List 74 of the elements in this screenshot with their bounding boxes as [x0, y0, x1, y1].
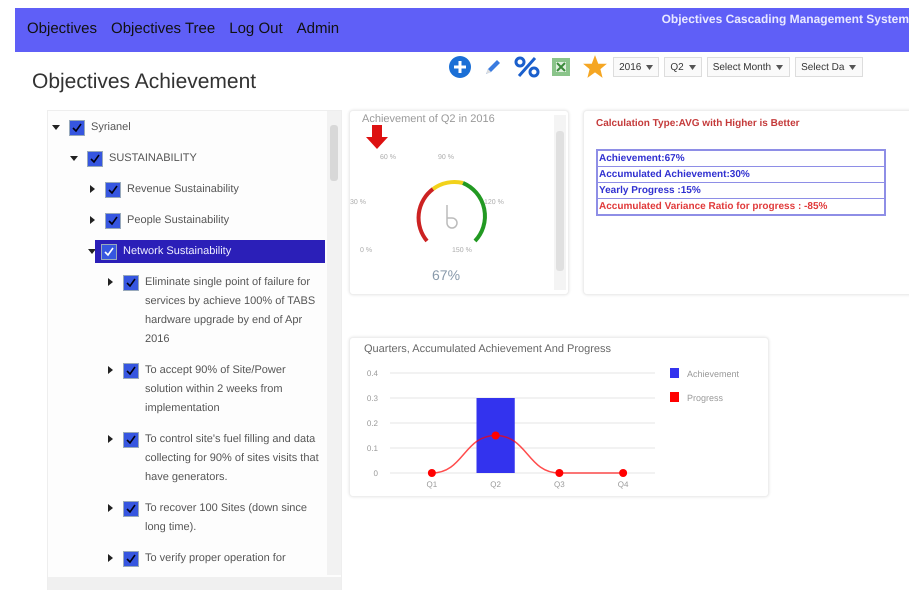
collapse-arrow-icon[interactable]: [70, 154, 78, 162]
spreadsheet-icon[interactable]: [550, 56, 572, 78]
axis-tick-label: 0.3: [366, 394, 378, 403]
checkbox[interactable]: [123, 432, 139, 448]
legend-label: Progress: [687, 393, 724, 403]
tree-item[interactable]: To control site's fuel filling and data collecting for 90% of sites visits that have generators.: [123, 428, 325, 489]
expand-arrow-icon[interactable]: [106, 554, 114, 562]
dropdown[interactable]: Select Month: [706, 57, 790, 77]
caret-icon: [776, 64, 784, 70]
checkbox[interactable]: [123, 551, 139, 567]
tree-item[interactable]: To accept 90% of Site/Power solution within 2 weeks from implementation: [123, 359, 325, 420]
scrollbar[interactable]: [327, 111, 341, 575]
caret-icon: [688, 64, 696, 70]
system-title: Objectives Cascading Management System: [662, 11, 909, 26]
axis-tick-label: 0.2: [366, 419, 378, 428]
tree-item[interactable]: Syrianel: [69, 116, 325, 139]
expand-arrow-icon[interactable]: [106, 504, 114, 512]
chart-point: [555, 469, 564, 477]
collapse-arrow-icon[interactable]: [52, 123, 60, 131]
nav-link[interactable]: Objectives: [27, 20, 98, 37]
chart-point: [492, 432, 500, 440]
nav-link[interactable]: Log Out: [229, 20, 283, 37]
calculation-type: Calculation Type:AVG with Higher is Better: [596, 118, 801, 129]
checkbox[interactable]: [87, 151, 103, 167]
axis-tick-label: Q3: [554, 480, 565, 489]
tree-item[interactable]: SUSTAINABILITY: [87, 147, 325, 170]
axis-tick-label: 0: [374, 469, 378, 478]
tree-item[interactable]: People Sustainability: [105, 209, 325, 232]
expand-arrow-icon[interactable]: [106, 435, 114, 443]
add-icon[interactable]: [448, 55, 472, 79]
checkbox[interactable]: [105, 213, 121, 229]
dropdown[interactable]: Q2: [664, 57, 702, 77]
caret-icon: [646, 64, 654, 70]
axis-tick-label: Q1: [426, 480, 438, 489]
expand-arrow-icon[interactable]: [106, 278, 114, 286]
nav-link[interactable]: Admin: [296, 20, 340, 37]
star-icon[interactable]: [582, 54, 608, 80]
axis-tick-label: 0.1: [366, 444, 378, 453]
dropdown[interactable]: Select Da: [795, 57, 864, 77]
gauge-value: 67%: [432, 267, 462, 283]
checkbox[interactable]: [123, 501, 139, 517]
dropdown[interactable]: 2016: [613, 57, 660, 77]
checkbox[interactable]: [123, 275, 139, 291]
scrollbar[interactable]: [554, 115, 566, 290]
chart-point: [428, 469, 436, 477]
axis-tick-label: Q2: [490, 480, 501, 489]
tree-item[interactable]: Network Sustainability: [95, 240, 325, 263]
tree-item[interactable]: Revenue Sustainability: [105, 178, 325, 201]
summary-cell: Achievement:67%: [598, 151, 884, 167]
tree-item[interactable]: To recover 100 Sites (down since long time).: [123, 497, 325, 539]
gauge-title: Achievement of Q2 in 2016: [362, 113, 496, 125]
nav-link[interactable]: Objectives Tree: [111, 20, 216, 37]
axis-tick-label: Q4: [618, 480, 628, 489]
checkbox[interactable]: [123, 363, 139, 379]
caret-icon: [849, 64, 856, 70]
down-arrow-icon: [366, 125, 388, 149]
summary-cell: Accumulated Achievement:30%: [598, 167, 884, 183]
summary-cell-text: Accumulated Variance Ratio for progress : -85%: [598, 200, 828, 214]
tree-item[interactable]: To verify proper operation for: [123, 547, 325, 570]
legend-label: Achievement: [687, 369, 740, 379]
expand-arrow-icon[interactable]: [88, 216, 96, 224]
expand-arrow-icon[interactable]: [88, 185, 96, 193]
checkbox[interactable]: [69, 120, 85, 136]
collapse-arrow-icon[interactable]: [88, 247, 96, 255]
chart-point: [619, 469, 628, 477]
chart-title: Quarters, Accumulated Achievement And Progress: [364, 343, 612, 355]
percent-icon[interactable]: [514, 56, 540, 78]
checkbox[interactable]: [101, 244, 117, 260]
expand-arrow-icon[interactable]: [106, 366, 114, 374]
summary-cell: Yearly Progress :15%: [598, 183, 884, 199]
tree-item[interactable]: Eliminate single point of failure for services by achieve 100% of TABS hardware upgrade by end of Apr 2016: [123, 271, 325, 351]
axis-tick-label: 0.4: [366, 369, 378, 378]
page-title: Objectives Achievement: [32, 70, 256, 94]
checkbox[interactable]: [105, 182, 121, 198]
